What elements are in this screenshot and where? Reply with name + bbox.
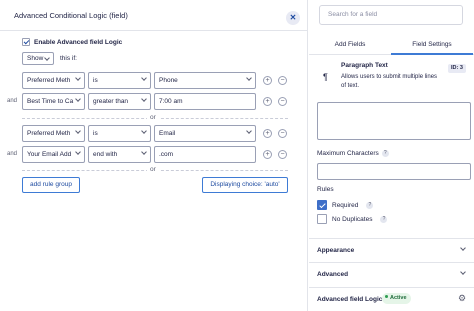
rule-row: Preferred Meth is Email + − (0, 125, 308, 142)
rule-field-select[interactable]: Preferred Meth (22, 72, 85, 89)
or-separator: or (22, 114, 288, 121)
modal-title: Advanced Conditional Logic (field) (14, 11, 128, 20)
paragraph-icon: ¶ (323, 72, 328, 82)
sidebar-tabs: Add Fields Field Settings (309, 35, 474, 55)
remove-rule-button[interactable]: − (278, 129, 287, 138)
and-label: and (7, 151, 18, 157)
no-duplicates-label: No Duplicates (332, 215, 373, 223)
tab-add-fields[interactable]: Add Fields (309, 35, 391, 55)
rule-value-select[interactable]: Email (154, 125, 256, 142)
remove-rule-button[interactable]: − (278, 97, 287, 106)
field-info-card: ¶ Paragraph Text ID: 3 Allows users to s… (309, 58, 474, 98)
or-label: or (147, 166, 159, 173)
required-checkbox[interactable] (317, 200, 327, 210)
field-settings-sidebar: Search for a field Add Fields Field Sett… (309, 0, 474, 311)
conditional-logic-modal: Advanced Conditional Logic (field) ✕ Ena… (0, 0, 308, 311)
help-icon[interactable]: ? (366, 201, 374, 209)
add-rule-group-button[interactable]: add rule group (22, 177, 80, 193)
section-advanced[interactable]: Advanced (309, 262, 474, 286)
or-label: or (147, 114, 159, 121)
max-characters-input[interactable] (317, 163, 471, 180)
rule-field-select[interactable]: Your Email Add (22, 146, 85, 163)
section-title: Advanced field Logic (317, 296, 383, 303)
rule-field-select[interactable]: Best Time to Ca (22, 93, 85, 110)
rule-row: and Best Time to Ca greater than 7:00 am… (0, 93, 308, 110)
action-select[interactable]: Show (22, 52, 54, 65)
no-duplicates-option[interactable]: No Duplicates ? (317, 214, 388, 224)
rule-row: Preferred Meth is Phone + − (0, 72, 308, 89)
rule-value-select[interactable]: Phone (154, 72, 256, 89)
add-rule-button[interactable]: + (263, 150, 272, 159)
add-rule-button[interactable]: + (263, 76, 272, 85)
displaying-choice-button[interactable]: Displaying choice: 'auto' (202, 177, 288, 193)
enable-logic-toggle[interactable]: Enable Advanced field Logic (22, 38, 122, 46)
tab-field-settings[interactable]: Field Settings (391, 35, 473, 55)
section-advanced-field-logic[interactable]: Advanced field Logic Active ⚙ (309, 287, 474, 311)
enable-logic-label: Enable Advanced field Logic (34, 38, 123, 46)
add-rule-button[interactable]: + (263, 97, 272, 106)
field-description: Allows users to submit multiple lines of… (341, 74, 438, 89)
rule-operator-select[interactable]: end with (88, 146, 151, 163)
help-icon[interactable]: ? (381, 150, 389, 157)
section-title: Appearance (317, 247, 355, 254)
search-field-input[interactable]: Search for a field (319, 5, 463, 25)
add-rule-button[interactable]: + (263, 129, 272, 138)
this-if-label: this if: (60, 55, 77, 62)
rule-field-select[interactable]: Preferred Meth (22, 125, 85, 142)
status-dot (385, 295, 388, 298)
close-icon[interactable]: ✕ (286, 11, 300, 25)
modal-header: Advanced Conditional Logic (field) ✕ (0, 0, 307, 31)
or-separator: or (22, 166, 288, 173)
field-description-textarea[interactable] (317, 102, 471, 140)
status-badge-text: Active (390, 295, 407, 301)
remove-rule-button[interactable]: − (278, 150, 287, 159)
required-label: Required (332, 201, 359, 209)
rules-label: Rules (317, 186, 334, 193)
remove-rule-button[interactable]: − (278, 76, 287, 85)
rule-value-input[interactable]: 7:00 am (154, 93, 256, 110)
enable-logic-checkbox[interactable] (22, 38, 30, 46)
help-icon[interactable]: ? (380, 215, 388, 223)
and-label: and (7, 98, 18, 104)
rule-operator-select[interactable]: is (88, 125, 151, 142)
rule-row: and Your Email Add end with .com + − (0, 146, 308, 163)
rule-operator-select[interactable]: greater than (88, 93, 151, 110)
section-appearance[interactable]: Appearance (309, 238, 474, 262)
section-title: Advanced (317, 271, 349, 278)
field-title: Paragraph Text (341, 62, 388, 69)
chevron-down-icon (460, 269, 466, 275)
max-characters-text: Maximum Characters (317, 150, 379, 157)
status-badge: Active (382, 293, 411, 304)
no-duplicates-checkbox[interactable] (317, 214, 327, 224)
chevron-down-icon (460, 245, 466, 251)
max-characters-label: Maximum Characters? (317, 150, 389, 157)
field-id-badge: ID: 3 (448, 64, 466, 73)
rule-operator-select[interactable]: is (88, 72, 151, 89)
rule-value-input[interactable]: .com (154, 146, 256, 163)
required-option[interactable]: Required ? (317, 200, 374, 210)
gear-icon[interactable]: ⚙ (458, 294, 467, 303)
action-row: Show this if: (22, 52, 77, 65)
